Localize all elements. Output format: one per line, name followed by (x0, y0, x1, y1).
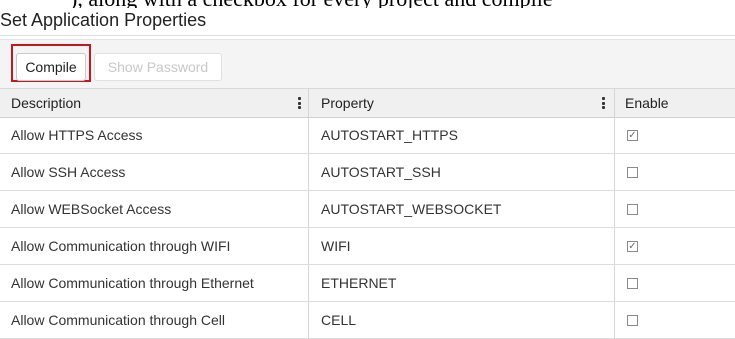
property-cell: AUTOSTART_WEBSOCKET (308, 191, 614, 227)
column-menu-icon[interactable] (602, 97, 605, 111)
column-header-property[interactable]: Property (308, 89, 614, 117)
unchecked-checkbox[interactable] (627, 315, 638, 326)
table-row[interactable]: Allow WEBSocket Access AUTOSTART_WEBSOCKE… (0, 191, 735, 228)
table-row[interactable]: Allow Communication through WIFI WIFI ✓ (0, 228, 735, 265)
title-divider (0, 35, 735, 36)
table-row[interactable]: Allow SSH Access AUTOSTART_SSH (0, 154, 735, 191)
unchecked-checkbox[interactable] (627, 278, 638, 289)
property-cell: CELL (308, 302, 614, 338)
description-cell: Allow WEBSocket Access (11, 201, 172, 217)
show-password-button[interactable]: Show Password (94, 53, 222, 81)
property-cell: AUTOSTART_HTTPS (308, 117, 614, 153)
property-cell: WIFI (308, 228, 614, 264)
unchecked-checkbox[interactable] (627, 167, 638, 178)
column-header-enable[interactable]: Enable (614, 89, 735, 117)
property-cell: ETHERNET (308, 265, 614, 301)
checked-checkbox[interactable]: ✓ (627, 130, 638, 141)
checked-checkbox[interactable]: ✓ (627, 241, 638, 252)
compile-button[interactable]: Compile (16, 53, 86, 81)
column-header-description[interactable]: Description (0, 89, 308, 117)
description-cell: Allow SSH Access (11, 164, 126, 180)
description-cell: Allow Communication through Cell (11, 312, 225, 328)
table-row[interactable]: Allow HTTPS Access AUTOSTART_HTTPS ✓ (0, 117, 735, 154)
description-cell: Allow Communication through Ethernet (11, 275, 254, 291)
table-row[interactable]: Allow Communication through Ethernet ETHE… (0, 265, 735, 302)
unchecked-checkbox[interactable] (627, 204, 638, 215)
description-cell: Allow HTTPS Access (11, 127, 143, 143)
column-menu-icon[interactable] (298, 97, 301, 111)
description-cell: Allow Communication through WIFI (11, 238, 231, 254)
page-title: Set Application Properties (0, 10, 207, 30)
table-row[interactable]: Allow Communication through Cell CELL (0, 302, 735, 339)
property-cell: AUTOSTART_SSH (308, 154, 614, 190)
grid-header: Description Property Enable (0, 88, 735, 118)
